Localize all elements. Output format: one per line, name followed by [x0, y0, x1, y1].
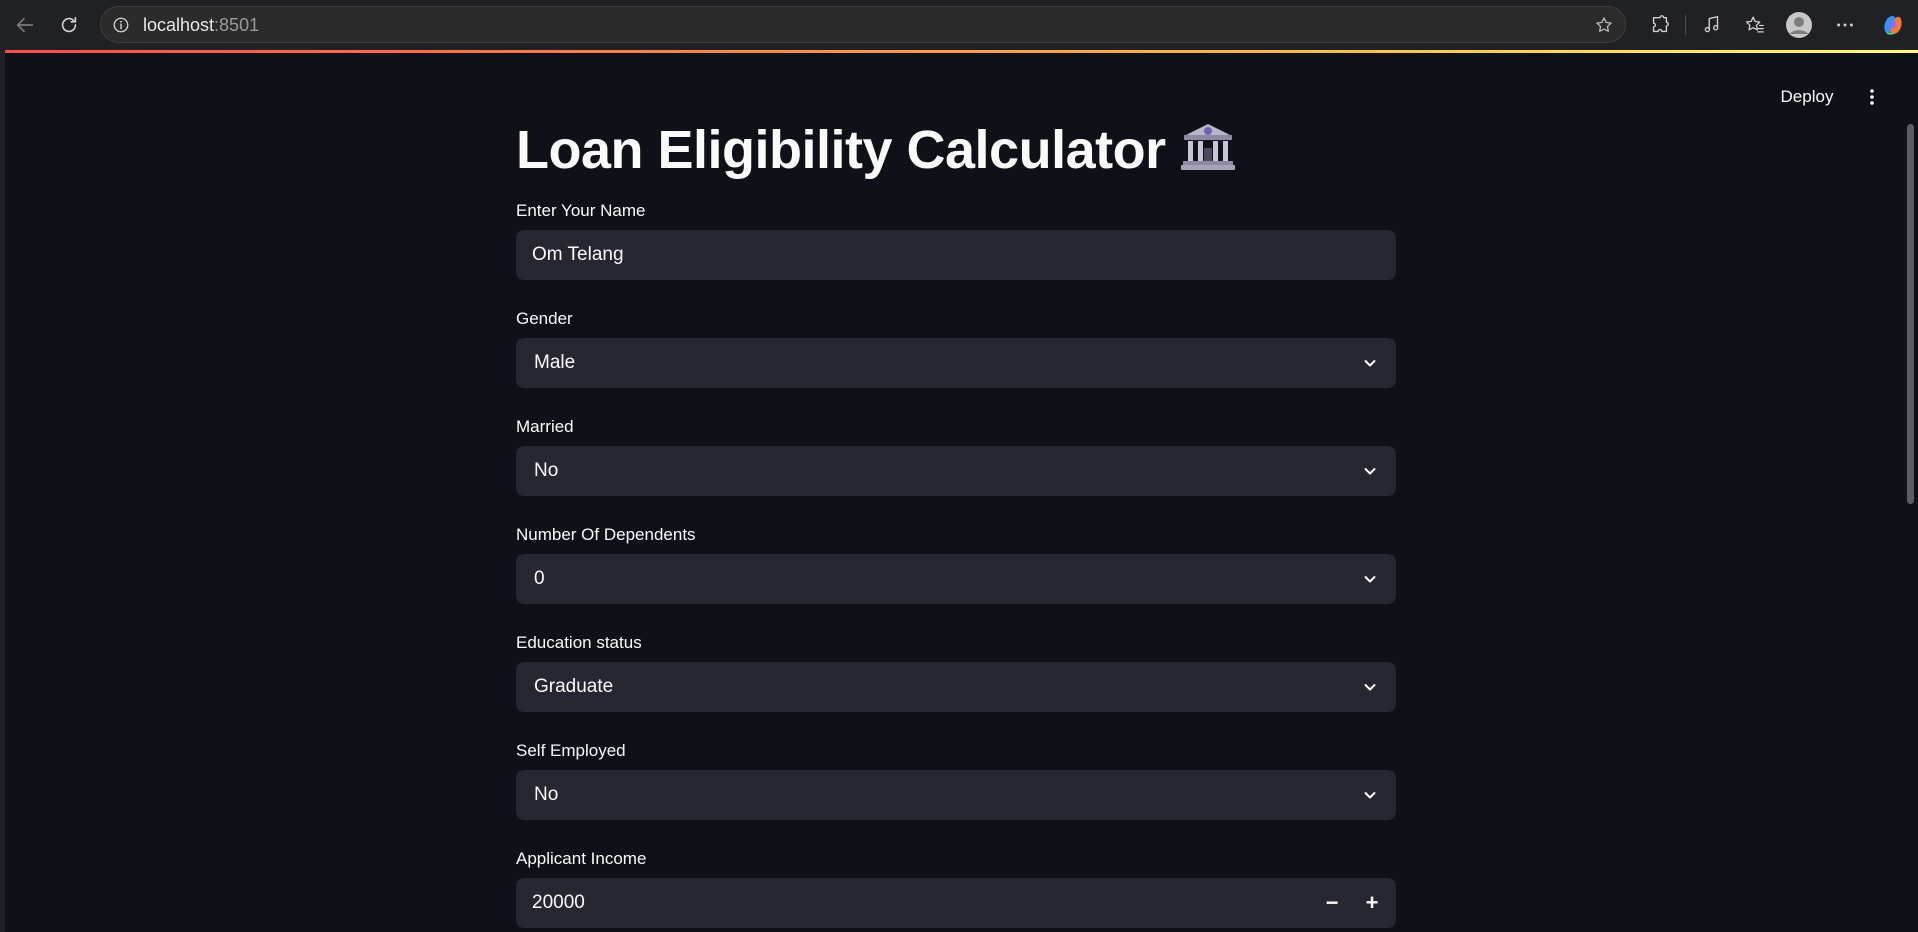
- chevron-down-icon: [1358, 567, 1382, 591]
- self-employed-select[interactable]: No: [516, 770, 1396, 820]
- married-select-value: No: [534, 460, 559, 481]
- url-text: localhost:8501: [143, 15, 259, 35]
- page-title: Loan Eligibility Calculator: [516, 108, 1396, 192]
- education-label: Education status: [516, 633, 642, 652]
- url-host: localhost: [143, 15, 215, 35]
- address-bar[interactable]: localhost:8501: [100, 6, 1626, 43]
- app-viewport: Deploy Loan Eligibility Calculator Enter…: [5, 50, 1918, 932]
- dependents-select-value: 0: [534, 568, 545, 589]
- vertical-ellipsis-icon: [1870, 89, 1874, 105]
- reload-icon: [61, 16, 77, 33]
- back-button[interactable]: [10, 10, 40, 40]
- media-control-button[interactable]: [1697, 10, 1727, 40]
- education-select[interactable]: Graduate: [516, 662, 1396, 712]
- copilot-icon: [1884, 16, 1902, 35]
- self-employed-select-value: No: [534, 784, 559, 805]
- toolbar-divider: [1685, 15, 1686, 35]
- main-content: Loan Eligibility Calculator Enter Your N…: [516, 108, 1396, 928]
- dependents-select[interactable]: 0: [516, 554, 1396, 604]
- gender-select-value: Male: [534, 352, 576, 373]
- avatar-icon: [1786, 12, 1812, 38]
- decrement-button[interactable]: −: [1316, 887, 1348, 919]
- header-decoration-bar: [5, 50, 1918, 53]
- chevron-down-icon: [1358, 783, 1382, 807]
- gender-field: Gender Male: [516, 308, 1396, 388]
- profile-button[interactable]: [1784, 10, 1814, 40]
- name-label: Enter Your Name: [516, 201, 646, 220]
- page-scrollbar[interactable]: [1907, 124, 1914, 504]
- dependents-label: Number Of Dependents: [516, 525, 696, 544]
- chevron-down-icon: [1358, 351, 1382, 375]
- reload-button[interactable]: [54, 10, 84, 40]
- self-employed-label: Self Employed: [516, 741, 626, 760]
- education-select-value: Graduate: [534, 676, 614, 697]
- page-title-text: Loan Eligibility Calculator: [516, 120, 1166, 180]
- favorites-button[interactable]: [1740, 10, 1770, 40]
- chevron-down-icon: [1358, 675, 1382, 699]
- favorite-star-icon[interactable]: [1593, 14, 1615, 36]
- gender-select[interactable]: Male: [516, 338, 1396, 388]
- education-field: Education status Graduate: [516, 632, 1396, 712]
- applicant-income-field: Applicant Income 20000 − +: [516, 848, 1396, 928]
- site-info-icon[interactable]: [111, 15, 131, 35]
- married-field: Married No: [516, 416, 1396, 496]
- chevron-down-icon: [1358, 459, 1382, 483]
- main-menu-button[interactable]: [1857, 82, 1887, 112]
- self-employed-field: Self Employed No: [516, 740, 1396, 820]
- url-port: :8501: [214, 15, 260, 35]
- more-options-button[interactable]: [1830, 10, 1860, 40]
- bank-icon: [1180, 112, 1236, 196]
- gender-label: Gender: [516, 309, 573, 328]
- copilot-button[interactable]: [1878, 10, 1908, 40]
- name-input[interactable]: Om Telang: [516, 230, 1396, 280]
- dependents-field: Number Of Dependents 0: [516, 524, 1396, 604]
- applicant-income-input[interactable]: 20000 − +: [516, 878, 1396, 928]
- increment-button[interactable]: +: [1356, 887, 1388, 919]
- music-note-icon: [1704, 15, 1719, 33]
- browser-toolbar: localhost:8501: [0, 0, 1918, 50]
- name-input-value: Om Telang: [532, 244, 624, 265]
- married-label: Married: [516, 417, 574, 436]
- deploy-button[interactable]: Deploy: [1765, 82, 1849, 112]
- name-field: Enter Your Name Om Telang: [516, 200, 1396, 280]
- ellipsis-icon: [1837, 23, 1853, 27]
- puzzle-icon: [1652, 15, 1669, 33]
- applicant-income-value: 20000: [532, 892, 585, 913]
- back-arrow-icon: [16, 17, 34, 33]
- married-select[interactable]: No: [516, 446, 1396, 496]
- applicant-income-label: Applicant Income: [516, 849, 647, 868]
- extensions-button[interactable]: [1645, 10, 1675, 40]
- favorites-icon: [1745, 16, 1764, 33]
